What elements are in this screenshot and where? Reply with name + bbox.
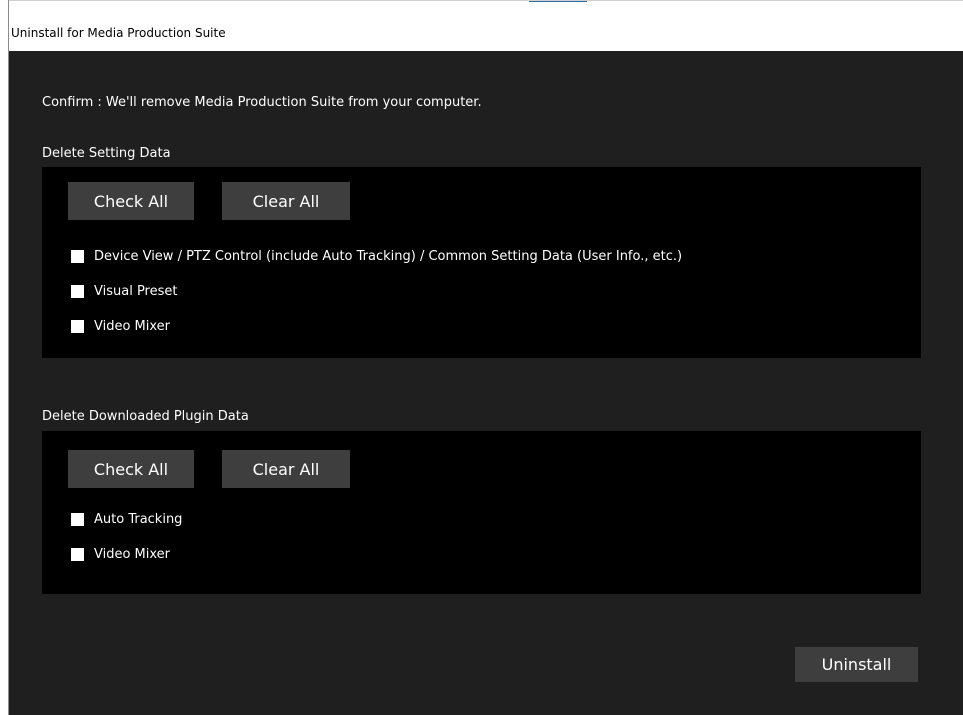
plugin-check-all-button[interactable]: Check All [68,450,194,488]
title-bar-accent [529,1,587,2]
window-title: Uninstall for Media Production Suite [11,26,226,40]
checkbox[interactable] [71,249,84,263]
setting-data-panel: Check All Clear All Device View / PTZ Co… [42,167,921,358]
title-bar[interactable]: Uninstall for Media Production Suite [9,0,963,52]
plugin-data-panel: Check All Clear All Auto Tracking Video … [42,431,921,594]
plugin-option-video-mixer[interactable]: Video Mixer [71,545,170,563]
plugin-option-auto-tracking[interactable]: Auto Tracking [71,510,182,528]
setting-option-device-view[interactable]: Device View / PTZ Control (include Auto … [71,247,682,265]
setting-option-visual-preset[interactable]: Visual Preset [71,282,177,300]
checkbox[interactable] [71,319,84,333]
confirm-message: Confirm : We'll remove Media Production … [42,95,482,110]
checkbox-label: Visual Preset [94,283,178,299]
checkbox[interactable] [71,284,84,298]
setting-option-video-mixer[interactable]: Video Mixer [71,317,170,335]
dialog-body: Confirm : We'll remove Media Production … [9,51,963,715]
plugin-data-section-label: Delete Downloaded Plugin Data [42,409,249,424]
uninstall-window: Uninstall for Media Production Suite Con… [8,0,963,715]
plugin-clear-all-button[interactable]: Clear All [222,450,350,488]
checkbox[interactable] [71,512,84,526]
checkbox-label: Device View / PTZ Control (include Auto … [94,248,683,264]
setting-clear-all-button[interactable]: Clear All [222,182,350,220]
uninstall-button[interactable]: Uninstall [795,647,918,682]
checkbox-label: Auto Tracking [94,511,183,527]
setting-check-all-button[interactable]: Check All [68,182,194,220]
checkbox-label: Video Mixer [94,546,171,562]
checkbox-label: Video Mixer [94,318,171,334]
checkbox[interactable] [71,547,84,561]
setting-data-section-label: Delete Setting Data [42,146,171,161]
